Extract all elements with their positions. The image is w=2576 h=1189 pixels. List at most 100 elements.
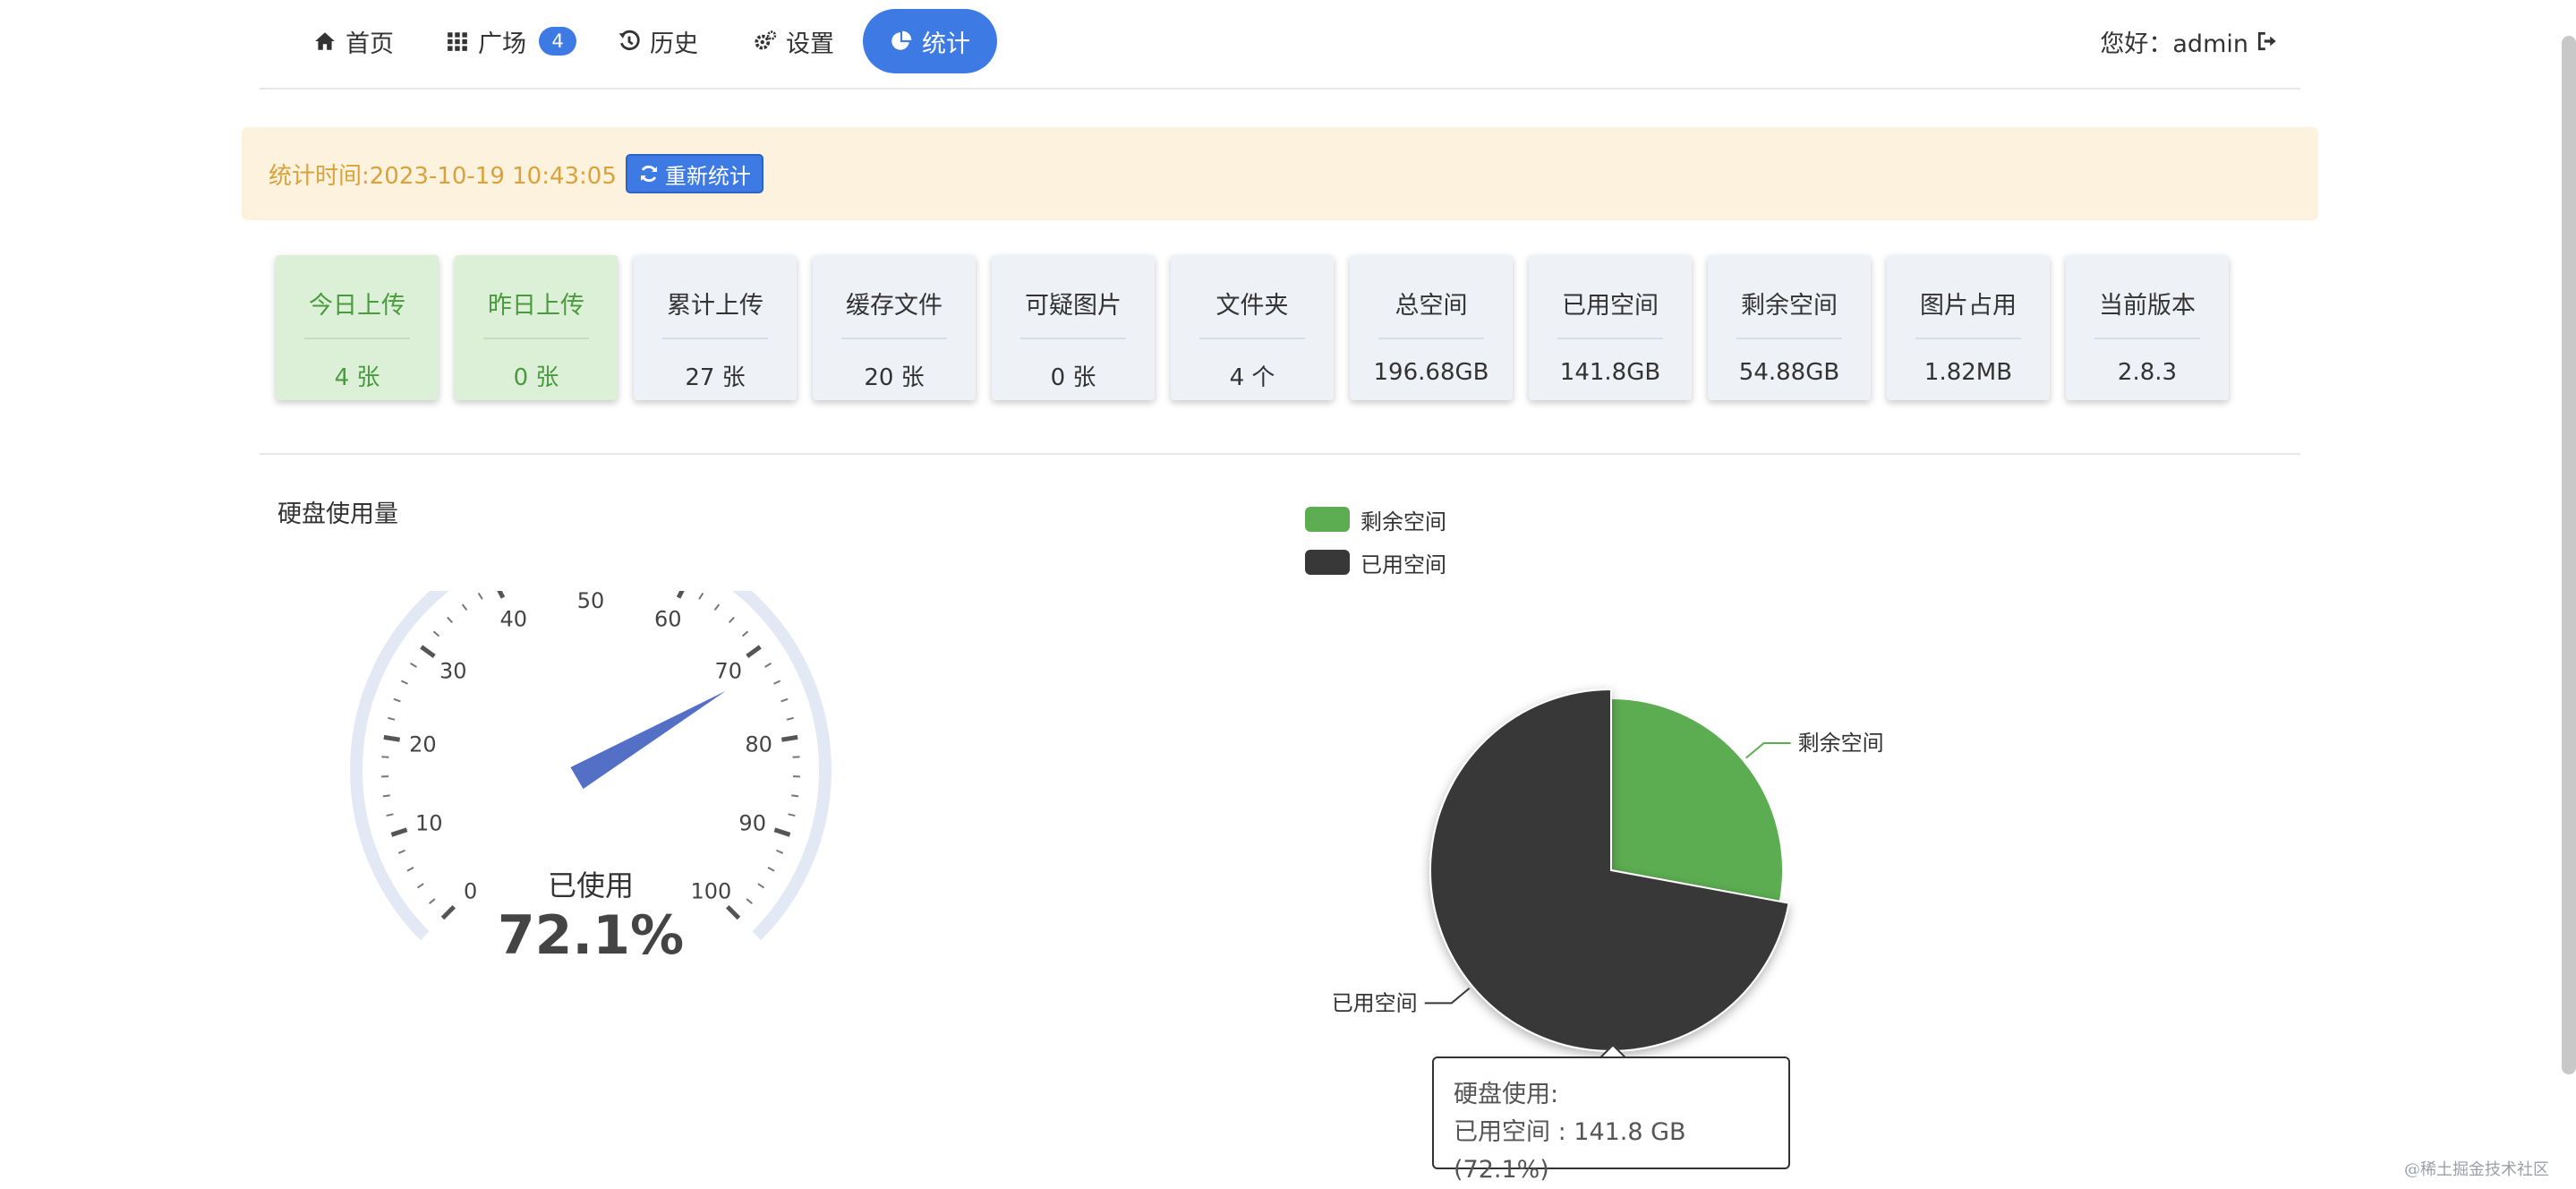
stat-card-used-space: 已用空间 141.8GB xyxy=(1529,255,1692,400)
nav-statistics-label: 统计 xyxy=(922,30,970,58)
gauge-tick-label: 40 xyxy=(499,607,527,632)
stat-card-value: 27 张 xyxy=(685,364,746,391)
pie-slice-label: 已用空间 xyxy=(1332,990,1418,1015)
user-greeting[interactable]: 您好：admin xyxy=(2100,9,2279,73)
legend-swatch xyxy=(1305,550,1350,575)
grid-icon xyxy=(448,32,467,51)
gauge-minor-tick xyxy=(406,867,414,872)
tooltip-line: 已用空间 : 141.8 GB (72.1%) xyxy=(1454,1118,1686,1184)
legend-item-used[interactable]: 已用空间 xyxy=(1305,541,1446,584)
pie-tooltip: 硬盘使用: 已用空间 : 141.8 GB (72.1%) xyxy=(1432,1056,1790,1184)
gauge-minor-tick xyxy=(698,592,704,600)
stat-card-suspicious-images: 可疑图片 0 张 xyxy=(992,255,1155,400)
gauge-minor-tick xyxy=(764,663,772,668)
logout-icon[interactable] xyxy=(2256,30,2279,53)
gauge-minor-tick xyxy=(713,603,721,612)
stat-card-label: 总空间 xyxy=(1395,292,1468,320)
stat-card-divider xyxy=(1557,338,1663,339)
gauge-label: 已使用 xyxy=(548,868,634,902)
nav-statistics[interactable]: 统计 xyxy=(863,9,997,73)
gauge-minor-tick xyxy=(382,794,390,798)
stat-card-divider xyxy=(1378,338,1484,339)
stat-card-value: 196.68GB xyxy=(1373,359,1489,386)
legend-item-free[interactable]: 剩余空间 xyxy=(1305,498,1446,541)
stat-card-value: 141.8GB xyxy=(1559,359,1661,386)
gauge-major-tick xyxy=(420,645,436,659)
stat-card-value: 1.82MB xyxy=(1923,359,2013,386)
refresh-icon xyxy=(640,165,657,183)
gauge-value: 72.1% xyxy=(498,904,684,967)
stat-card-label: 当前版本 xyxy=(2099,292,2196,320)
gauge-minor-tick xyxy=(477,592,483,600)
nav-home[interactable]: 首页 xyxy=(295,9,412,73)
gauge-major-tick xyxy=(773,827,791,837)
gauge-major-tick xyxy=(497,591,506,599)
gauge-minor-tick xyxy=(393,697,401,703)
stat-card-yesterday-upload: 昨日上传 0 张 xyxy=(455,255,618,400)
gauge-minor-tick xyxy=(786,716,794,721)
gauge-tick-label: 30 xyxy=(439,658,467,683)
gauge-minor-tick xyxy=(776,849,784,854)
pie-slice[interactable] xyxy=(1610,697,1784,902)
gauge-major-tick xyxy=(780,734,798,742)
nav-square[interactable]: 广场 4 xyxy=(428,9,594,73)
gauge-tick-label: 0 xyxy=(464,878,477,903)
gauge-major-tick xyxy=(383,734,401,742)
disk-usage-gauge: 0 10 20 30 40 50 60 70 80 90 100 已使用 72.1% xyxy=(350,591,832,967)
stat-card-label: 已用空间 xyxy=(1562,292,1659,320)
gauge-minor-tick xyxy=(386,813,394,817)
gauge-major-tick xyxy=(390,827,408,837)
disk-usage-pie: 剩余空间已用空间 xyxy=(1332,688,1884,1052)
stat-card-divider xyxy=(841,338,947,339)
gauge-tick-label: 100 xyxy=(690,878,731,903)
gauge-major-tick xyxy=(746,645,762,659)
gauge-minor-tick xyxy=(788,813,796,817)
watermark: @稀土掘金技术社区 xyxy=(2404,1160,2549,1179)
history-icon xyxy=(618,30,640,51)
stat-card-label: 文件夹 xyxy=(1215,292,1289,320)
page: 首页 广场 4 历史 设置 统计 您好：admin 统计时间:2023-10-1… xyxy=(0,0,2576,1189)
gauge-minor-tick xyxy=(429,898,436,904)
pie-label-line xyxy=(1424,988,1471,1005)
gauge-tick-label: 50 xyxy=(577,591,605,613)
gauge-tick-label: 10 xyxy=(415,811,443,836)
stat-card-value: 54.88GB xyxy=(1738,359,1840,386)
stat-card-value: 2.8.3 xyxy=(2117,359,2178,386)
gauge-minor-tick xyxy=(400,680,408,685)
stat-card-label: 今日上传 xyxy=(309,292,405,320)
gauge-minor-tick xyxy=(791,794,799,798)
scrollbar[interactable] xyxy=(2562,36,2576,1074)
stat-card-divider xyxy=(1736,338,1842,339)
stat-card-label: 缓存文件 xyxy=(846,292,943,320)
gauge-major-tick xyxy=(676,591,685,599)
stat-card-today-upload: 今日上传 4 张 xyxy=(276,255,439,400)
gauge-tick-label: 80 xyxy=(745,731,772,757)
gauge-minor-tick xyxy=(773,680,781,685)
refresh-stats-button[interactable]: 重新统计 xyxy=(625,154,763,193)
stat-card-divider xyxy=(1020,338,1126,339)
pie-label-line xyxy=(1745,741,1791,759)
section-divider xyxy=(260,453,2300,455)
nav-history[interactable]: 历史 xyxy=(600,9,716,73)
stat-card-image-usage: 图片占用 1.82MB xyxy=(1887,255,2050,400)
stat-card-value: 4 张 xyxy=(334,364,380,391)
nav-home-label: 首页 xyxy=(345,30,394,58)
stat-card-divider xyxy=(2094,338,2200,339)
stat-card-cache-files: 缓存文件 20 张 xyxy=(813,255,976,400)
home-icon xyxy=(315,32,335,50)
refresh-stats-label: 重新统计 xyxy=(664,163,751,189)
user-greeting-text: 您好：admin xyxy=(2100,30,2248,58)
stat-card-total-space: 总空间 196.68GB xyxy=(1350,255,1513,400)
disk-usage-title: 硬盘使用量 xyxy=(277,500,398,528)
gauge-minor-tick xyxy=(757,883,765,889)
pie-slices xyxy=(1429,688,1790,1052)
gauge-minor-tick xyxy=(461,603,468,612)
stat-card-folders: 文件夹 4 个 xyxy=(1171,255,1334,400)
gauge-minor-tick xyxy=(410,663,417,668)
nav-settings[interactable]: 设置 xyxy=(736,9,852,73)
stat-time-banner: 统计时间:2023-10-19 10:43:05 重新统计 xyxy=(242,127,2318,220)
nav-history-label: 历史 xyxy=(650,30,698,58)
gauge-minor-tick xyxy=(447,616,454,623)
gauge-minor-tick xyxy=(767,867,775,872)
pie-slice-label: 剩余空间 xyxy=(1798,731,1884,756)
